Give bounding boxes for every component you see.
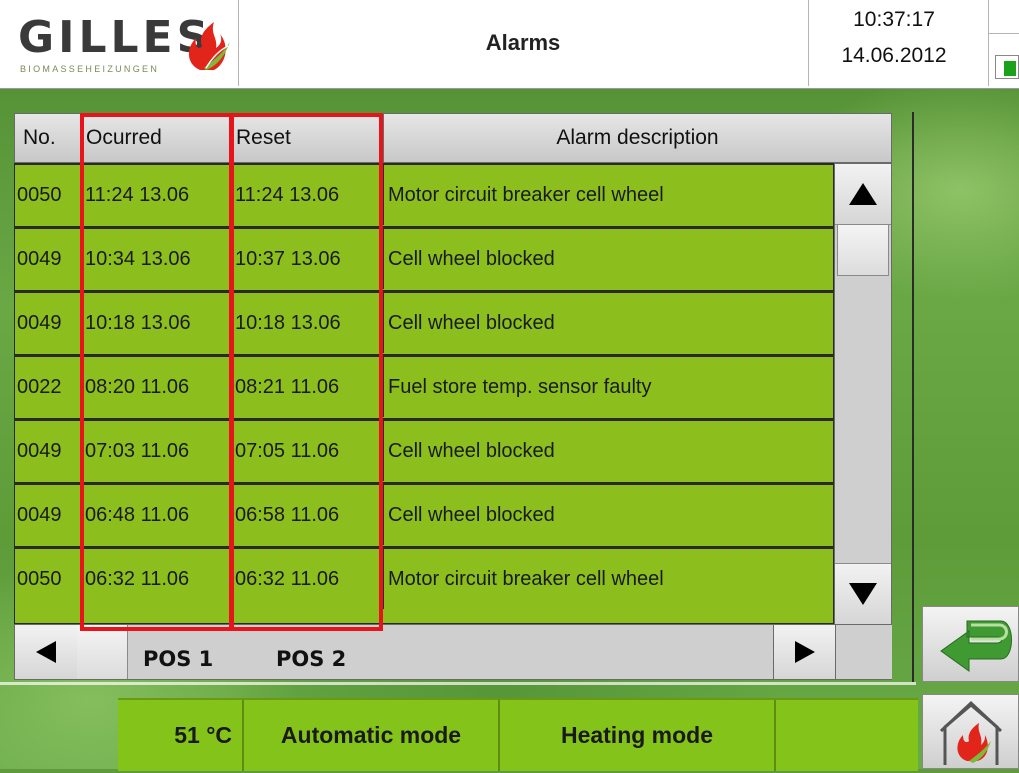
cell-no: 0050	[15, 165, 82, 225]
cell-description: Motor circuit breaker cell wheel	[388, 184, 664, 206]
title-area: Alarms	[238, 0, 808, 86]
highlight-box-pos2	[229, 113, 383, 631]
cell-no: 0049	[15, 229, 82, 289]
clock-time: 10:37:17	[853, 8, 935, 31]
heating-mode: Heating mode	[500, 700, 776, 771]
scroll-left-button[interactable]	[15, 625, 78, 679]
status-bar: 51 °C Automatic mode Heating mode	[118, 698, 918, 771]
vertical-scrollbar[interactable]	[834, 163, 892, 624]
return-arrow-icon	[940, 620, 1012, 672]
divider	[912, 112, 914, 682]
cell-description: Fuel store temp. sensor faulty	[388, 376, 652, 398]
column-header-no: No.	[15, 114, 82, 162]
vertical-scroll-thumb[interactable]	[837, 224, 889, 276]
annotation-pos1: POS 1	[143, 647, 214, 671]
cell-description: Cell wheel blocked	[388, 440, 555, 462]
cell-no: 0049	[15, 293, 82, 353]
status-indicator	[995, 55, 1019, 79]
cell-description: Motor circuit breaker cell wheel	[388, 568, 664, 590]
house-flame-icon	[939, 700, 1003, 765]
status-extra	[776, 700, 918, 771]
divider	[0, 682, 916, 685]
annotation-pos2: POS 2	[276, 647, 347, 671]
cell-no: 0022	[15, 357, 82, 417]
status-indicator-fill	[1004, 61, 1016, 76]
temperature-readout: 51 °C	[118, 700, 244, 771]
cell-description: Cell wheel blocked	[388, 504, 555, 526]
home-button[interactable]	[922, 694, 1019, 769]
back-button[interactable]	[922, 606, 1019, 682]
scroll-right-button[interactable]	[773, 625, 836, 679]
scroll-up-button[interactable]	[835, 164, 891, 225]
triangle-right-icon	[795, 641, 815, 663]
operating-mode: Automatic mode	[244, 700, 500, 771]
scroll-down-button[interactable]	[835, 563, 891, 624]
cell-no: 0049	[15, 485, 82, 545]
header-bar: GILLES BIOMASSEHEIZUNGEN Alarms 10:37:17…	[0, 0, 1019, 89]
cell-description: Cell wheel blocked	[388, 248, 555, 270]
flame-leaf-icon	[188, 22, 230, 70]
triangle-down-icon	[849, 583, 877, 605]
clock-date: 14.06.2012	[841, 44, 947, 67]
status-indicator-area	[988, 0, 1019, 86]
clock: 10:37:17 14.06.2012	[808, 0, 989, 86]
cell-no: 0050	[15, 549, 82, 609]
scrollbar-corner	[835, 625, 892, 679]
triangle-up-icon	[849, 183, 877, 205]
column-header-description: Alarm description	[556, 126, 719, 149]
logo: GILLES BIOMASSEHEIZUNGEN	[0, 0, 239, 86]
logo-subtitle: BIOMASSEHEIZUNGEN	[20, 64, 160, 74]
horizontal-scroll-thumb[interactable]	[77, 625, 128, 679]
triangle-left-icon	[36, 641, 56, 663]
cell-description: Cell wheel blocked	[388, 312, 555, 334]
cell-no: 0049	[15, 421, 82, 481]
highlight-box-pos1	[80, 113, 234, 631]
page-title: Alarms	[485, 30, 561, 55]
divider	[989, 33, 1019, 34]
